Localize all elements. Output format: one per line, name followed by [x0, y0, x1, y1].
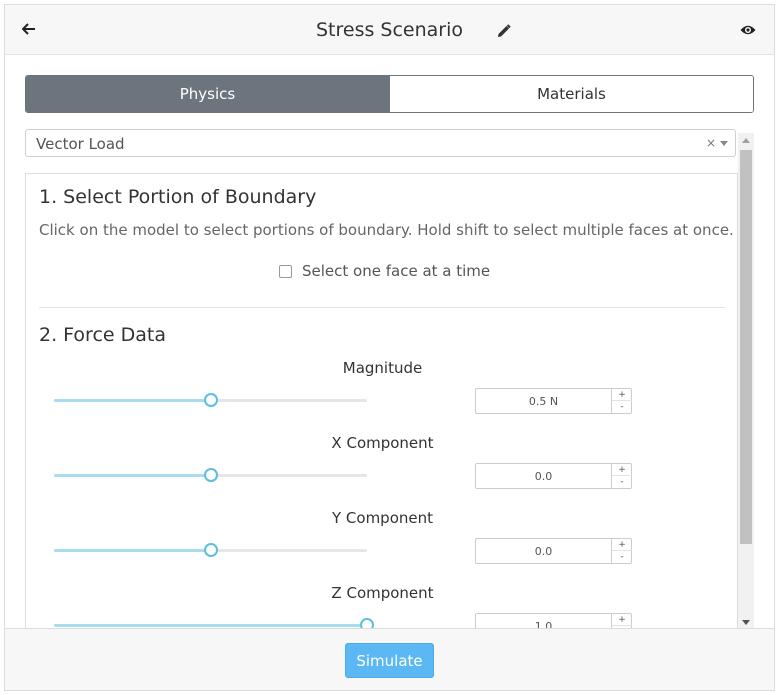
force-section-title: 2. Force Data — [39, 324, 166, 346]
x-component-decrement-button[interactable]: - — [612, 476, 632, 488]
x-component-value[interactable]: 0.0 — [476, 470, 611, 483]
pencil-icon — [497, 23, 511, 37]
single-face-checkbox[interactable] — [279, 264, 292, 278]
view-toggle-button[interactable] — [737, 22, 759, 38]
y-component-stepper: + - — [611, 539, 632, 563]
magnitude-label: Magnitude — [342, 359, 423, 377]
z-component-slider[interactable] — [54, 618, 374, 628]
boundary-section-title: 1. Select Portion of Boundary — [39, 186, 317, 208]
z-component-label: Z Component — [331, 584, 434, 602]
magnitude-slider[interactable] — [54, 393, 367, 407]
z-component-stepper: + - — [611, 614, 632, 628]
y-component-input[interactable]: 0.0 + - — [475, 538, 632, 564]
y-component-slider-fill — [54, 549, 211, 552]
y-component-label: Y Component — [331, 509, 433, 527]
load-type-value: Vector Load — [36, 135, 125, 153]
y-component-slider-handle[interactable] — [203, 543, 218, 557]
z-component-slider-fill — [54, 624, 367, 627]
x-component-slider-fill — [54, 474, 211, 477]
magnitude-input[interactable]: 0.5 N + - — [475, 388, 632, 414]
magnitude-slider-handle[interactable] — [203, 393, 218, 407]
footer-bar: Simulate — [5, 628, 774, 690]
magnitude-slider-fill — [54, 399, 211, 402]
y-component-decrement-button[interactable]: - — [612, 551, 632, 563]
magnitude-decrement-button[interactable]: - — [612, 401, 632, 413]
y-component-slider[interactable] — [54, 543, 367, 557]
single-face-label: Select one face at a time — [302, 262, 491, 280]
x-component-increment-button[interactable]: + — [612, 464, 632, 476]
x-component-input[interactable]: 0.0 + - — [475, 463, 632, 489]
magnitude-value[interactable]: 0.5 N — [476, 395, 611, 408]
back-button[interactable] — [19, 19, 39, 39]
app-window: Stress Scenario Physics Materials Vector… — [4, 4, 775, 691]
x-component-slider-handle[interactable] — [203, 468, 218, 482]
scrollbar-thumb[interactable] — [740, 150, 752, 544]
settings-panel: 1. Select Portion of Boundary Click on t… — [25, 173, 738, 628]
magnitude-increment-button[interactable]: + — [612, 389, 632, 401]
y-component-value[interactable]: 0.0 — [476, 545, 611, 558]
z-component-increment-button[interactable]: + — [612, 614, 632, 626]
z-component-slider-handle[interactable] — [360, 618, 374, 628]
boundary-description: Click on the model to select portions of… — [39, 221, 734, 239]
edit-title-button[interactable] — [493, 21, 513, 41]
simulate-button[interactable]: Simulate — [345, 643, 434, 678]
tab-materials[interactable]: Materials — [389, 76, 753, 112]
arrow-left-icon — [22, 23, 35, 35]
scroll-down-arrow-icon[interactable] — [742, 620, 750, 625]
chevron-down-icon[interactable] — [720, 141, 728, 146]
header-bar: Stress Scenario — [5, 5, 774, 55]
load-type-select[interactable]: Vector Load × — [25, 129, 736, 157]
magnitude-stepper: + - — [611, 389, 632, 413]
section-divider — [39, 307, 725, 308]
x-component-label: X Component — [331, 434, 434, 452]
clear-selection-icon[interactable]: × — [706, 136, 716, 150]
z-component-value[interactable]: 1.0 — [476, 620, 611, 628]
tab-bar: Physics Materials — [25, 75, 754, 113]
tab-physics[interactable]: Physics — [26, 76, 389, 112]
panel-scrollbar[interactable] — [738, 133, 754, 628]
page-title: Stress Scenario — [315, 19, 464, 41]
z-component-input[interactable]: 1.0 + - — [475, 613, 632, 628]
y-component-increment-button[interactable]: + — [612, 539, 632, 551]
x-component-stepper: + - — [611, 464, 632, 488]
single-face-option[interactable]: Select one face at a time — [279, 262, 490, 280]
x-component-slider[interactable] — [54, 468, 367, 482]
scroll-up-arrow-icon[interactable] — [742, 138, 750, 143]
eye-icon — [740, 25, 756, 35]
